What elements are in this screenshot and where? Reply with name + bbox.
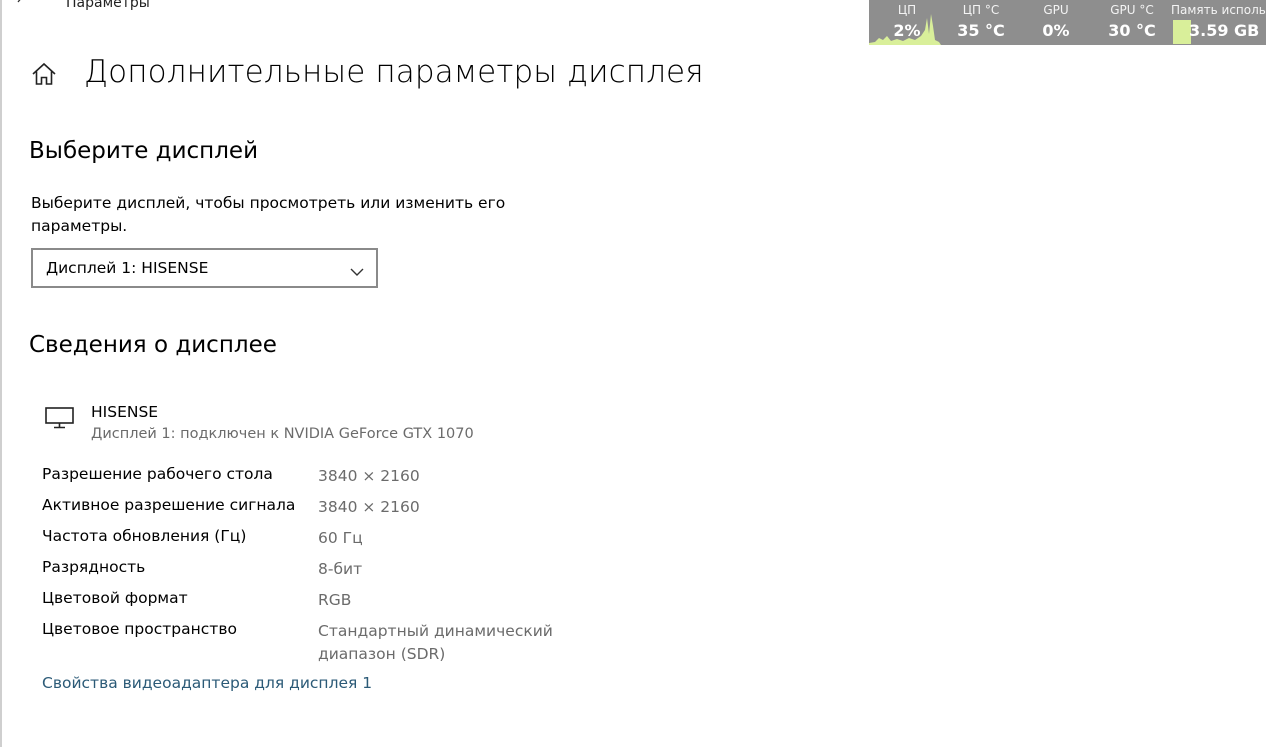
app-title: Параметры [66,0,150,11]
cpu-usage-cell: ЦП 2% [877,0,937,45]
info-row-active-signal-resolution: Активное разрешение сигнала 3840 × 2160 [42,496,602,519]
monitor-icon [45,406,75,430]
cpu-temp-label: ЦП °C [962,3,1000,17]
info-label: Активное разрешение сигнала [42,496,296,514]
memory-value: 3.59 GB [1189,21,1260,40]
gpu-value: 0% [1042,21,1070,40]
gpu-temp-label: GPU °C [1110,3,1154,17]
gpu-label: GPU [1043,3,1069,17]
page-title: Дополнительные параметры дисплея [84,54,704,90]
info-row-color-space: Цветовое пространство Стандартный динами… [42,620,602,666]
info-label: Цветовое пространство [42,620,237,638]
info-value: 60 Гц [318,529,363,547]
select-display-heading: Выберите дисплей [29,138,259,164]
info-value: 3840 × 2160 [318,467,420,485]
select-display-description: Выберите дисплей, чтобы просмотреть или … [31,194,506,235]
info-label: Цветовой формат [42,589,188,607]
cpu-value: 2% [893,21,921,40]
cpu-temp-cell: ЦП °C 35 °C [947,0,1015,45]
info-row-color-format: Цветовой формат RGB [42,589,602,612]
display-adapter-properties-link[interactable]: Свойства видеоадаптера для дисплея 1 [42,674,372,692]
info-row-desktop-resolution: Разрешение рабочего стола 3840 × 2160 [42,465,602,488]
system-monitor-overlay: ЦП 2% ЦП °C 35 °C GPU 0% GPU °C 30 °C Па… [869,0,1266,45]
gpu-temp-value: 30 °C [1108,21,1156,40]
gpu-usage-cell: GPU 0% [1025,0,1087,45]
info-label: Разрешение рабочего стола [42,465,273,483]
display-select-value: Дисплей 1: HISENSE [46,259,209,277]
back-arrow-icon[interactable] [14,0,28,8]
info-row-refresh-rate: Частота обновления (Гц) 60 Гц [42,527,602,550]
memory-cell: Память использ 3.59 GB [1171,0,1266,45]
cpu-temp-value: 35 °C [957,21,1005,40]
gpu-temp-cell: GPU °C 30 °C [1097,0,1167,45]
cpu-label: ЦП [897,3,917,17]
info-label: Частота обновления (Гц) [42,527,247,545]
info-value: Стандартный динамический диапазон (SDR) [318,622,553,663]
display-info-heading: Сведения о дисплее [29,332,277,358]
info-label: Разрядность [42,558,146,576]
display-connection: Дисплей 1: подключен к NVIDIA GeForce GT… [91,426,474,442]
info-value: 3840 × 2160 [318,498,420,516]
display-select-dropdown[interactable]: Дисплей 1: HISENSE [31,248,378,288]
chevron-down-icon [350,262,364,276]
info-value: RGB [318,591,352,609]
title-bar: Параметры [0,0,860,14]
window-left-border [0,0,2,747]
info-value: 8-бит [318,560,363,578]
home-icon[interactable] [30,60,58,88]
display-name: HISENSE [91,403,159,421]
info-row-bit-depth: Разрядность 8-бит [42,558,602,581]
memory-label: Память использ [1171,3,1266,17]
